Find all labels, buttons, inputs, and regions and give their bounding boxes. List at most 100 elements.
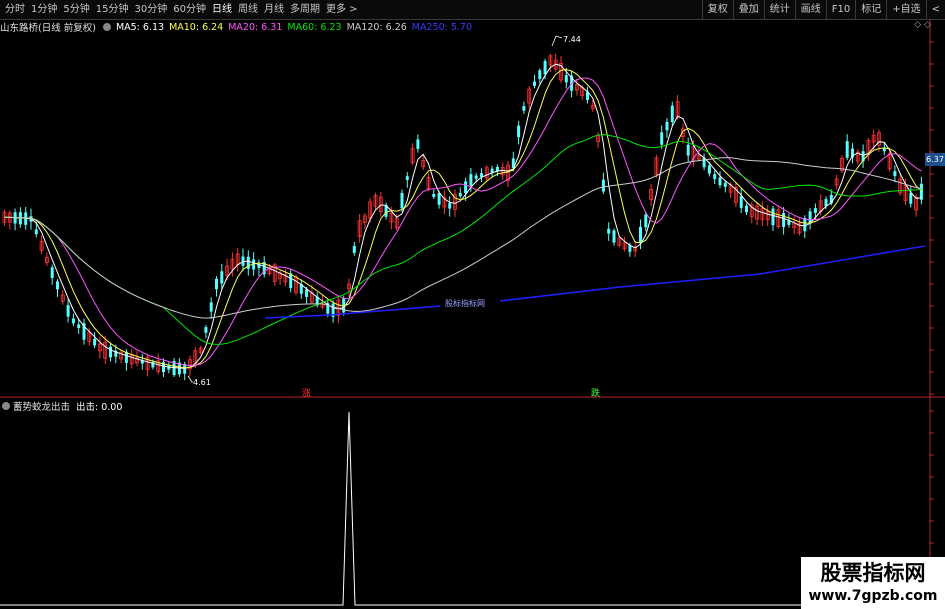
candle-down: [71, 318, 75, 324]
candle-down: [469, 174, 473, 186]
ma250-line: [264, 245, 926, 319]
chart-center-text: 股标指标网: [445, 298, 485, 308]
candle-down: [305, 289, 309, 297]
candle-down: [437, 193, 441, 205]
tab-15min[interactable]: 15分钟: [93, 0, 132, 19]
candle-down: [771, 208, 775, 226]
candle-down: [845, 141, 849, 158]
candle-down: [670, 105, 674, 122]
candle-down: [644, 214, 648, 228]
indicator-legend: 蓄势蛟龙出击 出击: 0.00: [0, 399, 123, 413]
candle-down: [686, 144, 690, 156]
ma20-label: MA20: 6.31: [228, 21, 283, 33]
tab-monthly[interactable]: 月线: [261, 0, 287, 19]
candle-down: [93, 338, 97, 346]
candle-down: [448, 203, 452, 209]
candle-down: [782, 213, 786, 228]
candle-down: [538, 70, 542, 79]
ma120-label: MA120: 6.26: [346, 21, 407, 33]
candle-down: [739, 196, 743, 208]
candle-down: [458, 193, 462, 197]
add-watchlist-button[interactable]: +自选: [886, 0, 925, 19]
candle-down: [50, 267, 54, 279]
tab-1min[interactable]: 1分钟: [28, 0, 60, 19]
low-price-label: 4.61: [193, 378, 211, 387]
mark-button[interactable]: 标记: [855, 0, 886, 19]
candle-down: [601, 179, 605, 192]
f10-button[interactable]: F10: [825, 0, 855, 19]
tab-weekly[interactable]: 周线: [235, 0, 261, 19]
tab-multi-period[interactable]: 多周期: [287, 0, 323, 19]
candlestick-chart[interactable]: 7.44 4.61 股标指标网涨 跌: [0, 19, 945, 609]
candle-down: [893, 171, 897, 177]
ma-legend: 山东路桥(日线 前复权) MA5: 6.13 MA10: 6.24 MA20: …: [0, 20, 477, 35]
candle-down: [713, 174, 717, 180]
candle-down: [909, 192, 913, 204]
ma10-label: MA10: 6.24: [169, 21, 224, 33]
candle-down: [607, 228, 611, 234]
high-price-label: 7.44: [563, 35, 581, 44]
candle-down: [215, 278, 218, 290]
indicator-settings-icon[interactable]: [2, 401, 10, 410]
corner-diamond-icons[interactable]: ◇ ◇: [914, 20, 931, 30]
candle-down: [745, 205, 748, 213]
candle-down: [522, 106, 526, 111]
tab-5min[interactable]: 5分钟: [60, 0, 92, 19]
ma120-line: [4, 157, 922, 319]
tab-more[interactable]: 更多 >: [323, 0, 361, 19]
watermark-title: 股票指标网: [820, 561, 926, 585]
ma250-label: MA250: 5.70: [411, 21, 472, 33]
candle-down: [517, 125, 521, 138]
candle-down: [474, 175, 478, 179]
candle-down: [405, 176, 409, 180]
candle-down: [803, 217, 807, 232]
candle-down: [639, 226, 642, 244]
candle-down: [204, 327, 208, 333]
indicator-value: 出击: 0.00: [76, 401, 123, 413]
period-tabs: 分时 1分钟 5分钟 15分钟 30分钟 60分钟 日线 周线 月线 多周期 更…: [2, 0, 361, 19]
candle-down: [416, 139, 420, 149]
candle-down: [533, 81, 536, 86]
down-marker: 跌: [591, 388, 600, 399]
tab-30min[interactable]: 30分钟: [131, 0, 170, 19]
candle-down: [543, 60, 547, 75]
up-marker: 涨: [302, 388, 311, 399]
candle-down: [352, 245, 356, 253]
draw-line-button[interactable]: 画线: [794, 0, 826, 19]
candle-down: [56, 281, 59, 290]
watermark-url: www.7gpzb.com: [808, 588, 938, 604]
candle-down: [66, 305, 70, 317]
candle-down: [660, 132, 664, 145]
candle-down: [400, 192, 404, 209]
candle-down: [432, 193, 436, 197]
tab-daily[interactable]: 日线: [209, 0, 235, 19]
statistics-button[interactable]: 统计: [763, 0, 795, 19]
candle-down: [718, 177, 722, 186]
tab-intraday[interactable]: 分时: [2, 0, 28, 19]
indicator-name: 蓄势蛟龙出击: [13, 401, 71, 413]
ma5-label: MA5: 6.13: [115, 21, 165, 33]
candle-down: [77, 324, 81, 329]
tab-60min[interactable]: 60分钟: [170, 0, 209, 19]
collapse-button[interactable]: <: [925, 0, 945, 19]
settings-icon[interactable]: [102, 23, 111, 31]
ma60-label: MA60: 6.23: [287, 21, 342, 33]
ma60-line: [4, 133, 922, 345]
site-watermark: 股票指标网 www.7gpzb.com: [801, 557, 945, 609]
adjust-button[interactable]: 复权: [701, 0, 733, 19]
toolbar-actions: 复权 叠加 统计 画线 F10 标记 +自选 <: [701, 0, 945, 19]
high-pointer: [551, 35, 563, 47]
candle-down: [220, 271, 224, 284]
candle-down: [109, 346, 112, 358]
indicator-line: [0, 411, 930, 606]
overlay-button[interactable]: 叠加: [732, 0, 764, 19]
candle-down: [723, 182, 727, 187]
stock-title: 山东路桥(日线 前复权): [0, 23, 96, 34]
candle-down: [813, 208, 817, 213]
candle-down: [564, 75, 568, 83]
period-toolbar: 分时 1分钟 5分钟 15分钟 30分钟 60分钟 日线 周线 月线 多周期 更…: [0, 0, 945, 20]
candle-down: [707, 165, 711, 174]
candle-down: [464, 181, 468, 194]
candle-down: [665, 121, 669, 131]
candle-down: [612, 230, 616, 243]
